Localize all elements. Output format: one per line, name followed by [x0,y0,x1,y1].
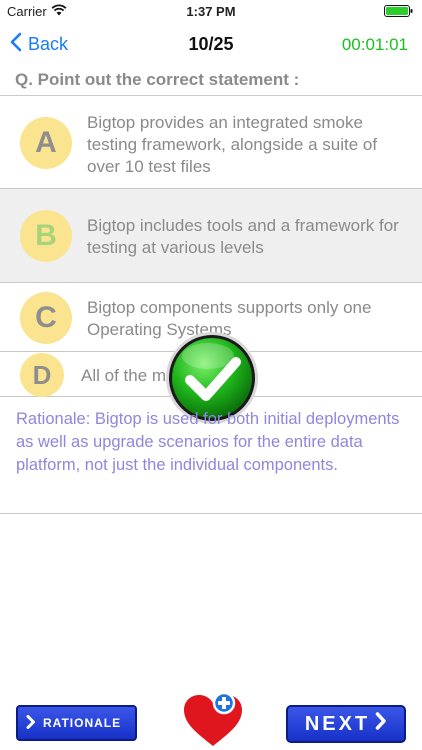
rationale-text: Rationale: Bigtop is used for both initi… [16,410,400,474]
heart-plus-icon[interactable] [180,690,246,748]
navigation-bar: Back 10/25 00:01:01 [0,22,422,66]
option-d-letter: D [20,353,64,397]
option-a[interactable]: A Bigtop provides an integrated smoke te… [0,97,422,189]
chevron-right-icon [375,712,387,736]
option-a-letter: A [20,117,72,169]
status-bar: Carrier 1:37 PM [0,0,422,22]
option-a-text: Bigtop provides an integrated smoke test… [87,113,378,176]
rationale-button-label: RATIONALE [43,716,122,730]
option-c-letter: C [20,292,72,344]
status-time: 1:37 PM [186,4,236,19]
next-button-label: NEXT [304,712,371,735]
battery-icon [384,5,414,17]
option-b-text: Bigtop includes tools and a framework fo… [87,216,399,257]
chevron-right-icon [26,714,36,732]
quiz-timer: 00:01:01 [341,35,408,54]
divider [0,513,422,514]
question-text: Q. Point out the correct statement : [0,66,422,96]
option-b[interactable]: B Bigtop includes tools and a framework … [0,189,422,283]
rationale-button[interactable]: RATIONALE [16,705,137,741]
option-b-letter: B [20,210,72,262]
next-button[interactable]: NEXT [286,705,406,743]
